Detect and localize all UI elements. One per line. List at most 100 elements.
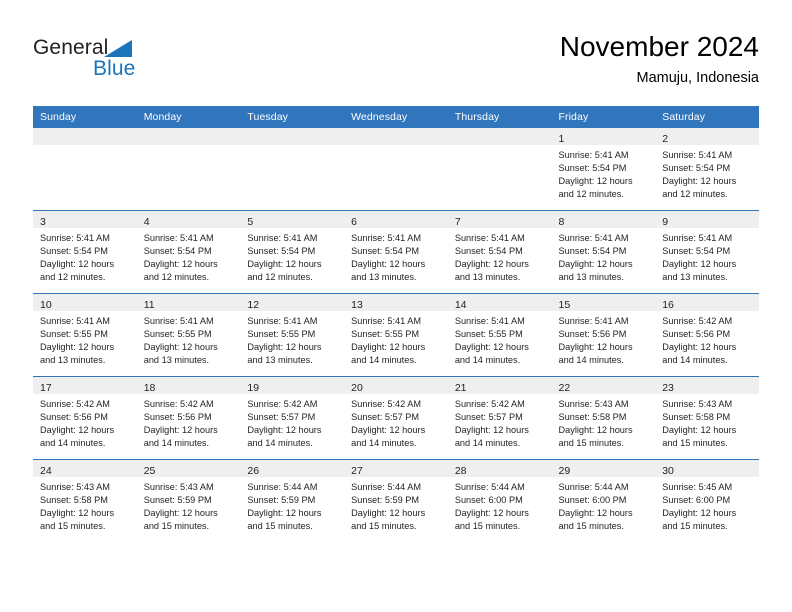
daylight-line-1: Daylight: 12 hours [247, 425, 322, 435]
daylight-line-2: and 12 minutes. [40, 272, 106, 282]
day-number-band: 19 [240, 377, 345, 394]
weekday-header-tuesday: Tuesday [240, 106, 345, 128]
day-number-band: 4 [136, 211, 241, 228]
calendar-body: 1 Sunrise: 5:41 AM Sunset: 5:54 PM Daylight… [33, 128, 759, 542]
day-number-band: 7 [447, 211, 552, 228]
day-number: 25 [143, 465, 156, 477]
day-number-band: 1 [551, 128, 656, 145]
daylight-line-2: and 14 minutes. [454, 355, 521, 365]
day-details: Sunrise: 5:41 AM Sunset: 5:54 PM Daylight:… [448, 228, 552, 284]
calendar-week-row: 3 Sunrise: 5:41 AM Sunset: 5:54 PM Daylight… [33, 210, 759, 294]
day-number-band: 27 [344, 460, 448, 477]
calendar-day-cell[interactable]: 5 Sunrise: 5:41 AM Sunset: 5:54 PM Daylight… [240, 210, 345, 294]
calendar-day-cell[interactable]: 3 Sunrise: 5:41 AM Sunset: 5:54 PM Daylight… [33, 210, 137, 294]
daylight-line-2: and 14 minutes. [247, 438, 313, 448]
day-number-band: 3 [33, 211, 137, 228]
calendar-day-cell[interactable]: 11 Sunrise: 5:41 AM Sunset: 5:55 PM Dayligh… [136, 293, 241, 377]
sunset-line: Sunset: 5:54 PM [558, 246, 627, 256]
sunrise-line: Sunrise: 5:42 AM [40, 399, 110, 409]
sunrise-line: Sunrise: 5:41 AM [662, 233, 733, 243]
calendar-day-cell[interactable]: 22 Sunrise: 5:43 AM Sunset: 5:58 PM Dayligh… [551, 376, 656, 460]
sunset-line: Sunset: 5:55 PM [143, 329, 212, 339]
sunrise-line: Sunrise: 5:42 AM [454, 399, 525, 409]
calendar-day-cell[interactable]: 21 Sunrise: 5:42 AM Sunset: 5:57 PM Dayligh… [447, 376, 552, 460]
day-number: 6 [351, 216, 357, 228]
daylight-line-2: and 12 minutes. [143, 272, 210, 282]
calendar-day-cell[interactable]: 17 Sunrise: 5:42 AM Sunset: 5:56 PM Dayligh… [33, 376, 137, 460]
daylight-line-2: and 13 minutes. [454, 272, 521, 282]
day-number: 12 [247, 299, 260, 311]
daylight-line-2: and 15 minutes. [143, 521, 210, 531]
day-number: 3 [40, 216, 46, 228]
triangle-icon [104, 40, 132, 57]
day-details: Sunrise: 5:42 AM Sunset: 5:56 PM Daylight:… [655, 311, 759, 367]
calendar-day-cell[interactable]: 23 Sunrise: 5:43 AM Sunset: 5:58 PM Dayligh… [655, 376, 759, 460]
day-number: 29 [558, 465, 571, 477]
day-details: Sunrise: 5:41 AM Sunset: 5:54 PM Daylight:… [655, 145, 759, 201]
day-details: Sunrise: 5:41 AM Sunset: 5:55 PM Daylight:… [240, 311, 344, 367]
calendar-day-cell[interactable]: 12 Sunrise: 5:41 AM Sunset: 5:55 PM Dayligh… [240, 293, 345, 377]
daylight-line-1: Daylight: 12 hours [40, 425, 115, 435]
calendar-day-cell[interactable]: 10 Sunrise: 5:41 AM Sunset: 5:55 PM Dayligh… [33, 293, 137, 377]
calendar-day-cell[interactable]: 20 Sunrise: 5:42 AM Sunset: 5:57 PM Dayligh… [344, 376, 448, 460]
calendar-day-cell[interactable]: 19 Sunrise: 5:42 AM Sunset: 5:57 PM Dayligh… [240, 376, 345, 460]
day-details: Sunrise: 5:41 AM Sunset: 5:54 PM Daylight:… [137, 228, 241, 284]
calendar-day-cell[interactable]: 1 Sunrise: 5:41 AM Sunset: 5:54 PM Daylight… [551, 128, 656, 211]
day-number-band: 15 [551, 294, 656, 311]
daylight-line-1: Daylight: 12 hours [662, 176, 737, 186]
daylight-line-2: and 14 minutes. [40, 438, 106, 448]
daylight-line-2: and 12 minutes. [662, 189, 728, 199]
calendar-day-cell[interactable]: 26 Sunrise: 5:44 AM Sunset: 5:59 PM Dayligh… [240, 459, 345, 542]
day-details: Sunrise: 5:41 AM Sunset: 5:55 PM Daylight:… [448, 311, 552, 367]
daylight-line-1: Daylight: 12 hours [40, 508, 115, 518]
weekday-header-row: Sunday Monday Tuesday Wednesday Thursday… [33, 106, 759, 128]
sunrise-line: Sunrise: 5:41 AM [351, 233, 422, 243]
calendar-day-cell[interactable]: 2 Sunrise: 5:41 AM Sunset: 5:54 PM Daylight… [655, 128, 759, 211]
sunrise-line: Sunrise: 5:41 AM [454, 233, 525, 243]
calendar-day-cell-empty [447, 128, 552, 211]
calendar-day-cell[interactable]: 13 Sunrise: 5:41 AM Sunset: 5:55 PM Dayligh… [344, 293, 448, 377]
calendar-day-cell[interactable]: 18 Sunrise: 5:42 AM Sunset: 5:56 PM Dayligh… [136, 376, 241, 460]
day-details: Sunrise: 5:44 AM Sunset: 5:59 PM Daylight:… [344, 477, 448, 533]
day-number: 27 [351, 465, 363, 477]
sunrise-line: Sunrise: 5:41 AM [40, 316, 110, 326]
calendar-day-cell[interactable]: 9 Sunrise: 5:41 AM Sunset: 5:54 PM Daylight… [655, 210, 759, 294]
general-blue-logo[interactable]: General Blue [33, 36, 213, 88]
daylight-line-1: Daylight: 12 hours [143, 425, 218, 435]
calendar-day-cell[interactable]: 14 Sunrise: 5:41 AM Sunset: 5:55 PM Dayligh… [447, 293, 552, 377]
daylight-line-2: and 13 minutes. [40, 355, 106, 365]
day-number: 5 [247, 216, 254, 228]
daylight-line-1: Daylight: 12 hours [662, 259, 737, 269]
calendar-day-cell[interactable]: 8 Sunrise: 5:41 AM Sunset: 5:54 PM Daylight… [551, 210, 656, 294]
calendar-day-cell[interactable]: 29 Sunrise: 5:44 AM Sunset: 6:00 PM Dayligh… [551, 459, 656, 542]
day-number: 2 [662, 133, 669, 145]
calendar-day-cell[interactable]: 15 Sunrise: 5:41 AM Sunset: 5:56 PM Dayligh… [551, 293, 656, 377]
daylight-line-1: Daylight: 12 hours [351, 259, 426, 269]
daylight-line-2: and 12 minutes. [247, 272, 313, 282]
day-number: 28 [454, 465, 467, 477]
sunrise-line: Sunrise: 5:43 AM [143, 482, 214, 492]
day-number: 9 [662, 216, 669, 228]
calendar-day-cell[interactable]: 7 Sunrise: 5:41 AM Sunset: 5:54 PM Daylight… [447, 210, 552, 294]
sunrise-line: Sunrise: 5:42 AM [247, 399, 318, 409]
calendar-day-cell[interactable]: 24 Sunrise: 5:43 AM Sunset: 5:58 PM Dayligh… [33, 459, 137, 542]
sunrise-line: Sunrise: 5:41 AM [558, 150, 629, 160]
day-number: 16 [662, 299, 674, 311]
daylight-line-2: and 14 minutes. [143, 438, 210, 448]
sunrise-line: Sunrise: 5:41 AM [662, 150, 733, 160]
day-details: Sunrise: 5:41 AM Sunset: 5:54 PM Daylight:… [344, 228, 448, 284]
calendar-day-cell[interactable]: 27 Sunrise: 5:44 AM Sunset: 5:59 PM Dayligh… [344, 459, 448, 542]
sunset-line: Sunset: 5:54 PM [247, 246, 316, 256]
calendar-day-cell[interactable]: 28 Sunrise: 5:44 AM Sunset: 6:00 PM Dayligh… [447, 459, 552, 542]
sunset-line: Sunset: 5:58 PM [558, 412, 627, 422]
calendar-day-cell[interactable]: 30 Sunrise: 5:45 AM Sunset: 6:00 PM Dayligh… [655, 459, 759, 542]
calendar-day-cell[interactable]: 4 Sunrise: 5:41 AM Sunset: 5:54 PM Daylight… [136, 210, 241, 294]
daylight-line-1: Daylight: 12 hours [558, 342, 633, 352]
calendar-day-cell[interactable]: 25 Sunrise: 5:43 AM Sunset: 5:59 PM Dayligh… [136, 459, 241, 542]
day-number: 8 [558, 216, 565, 228]
sunset-line: Sunset: 5:54 PM [662, 246, 731, 256]
calendar-day-cell[interactable]: 16 Sunrise: 5:42 AM Sunset: 5:56 PM Dayligh… [655, 293, 759, 377]
calendar-day-cell[interactable]: 6 Sunrise: 5:41 AM Sunset: 5:54 PM Daylight… [344, 210, 448, 294]
day-number: 22 [558, 382, 571, 394]
day-details: Sunrise: 5:41 AM Sunset: 5:55 PM Daylight:… [33, 311, 137, 367]
